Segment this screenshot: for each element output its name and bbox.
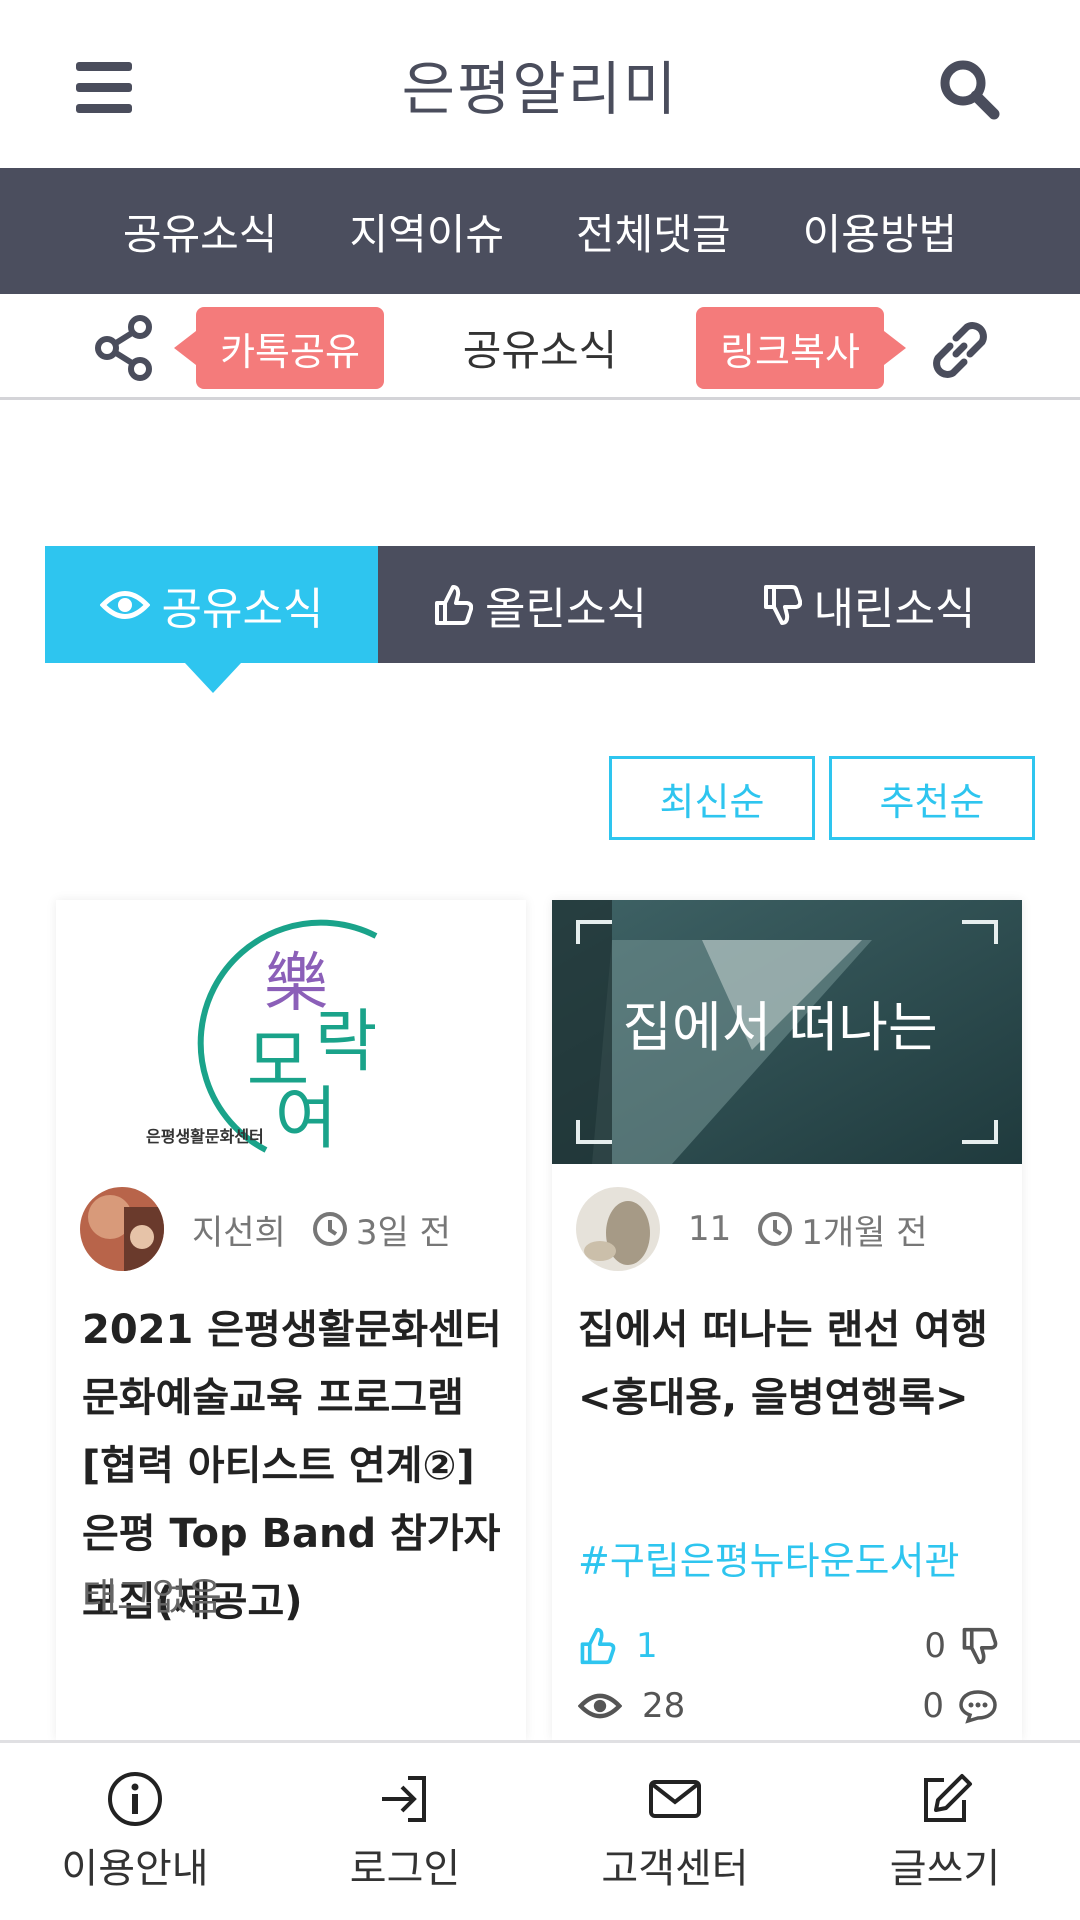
hamburger-menu-icon[interactable] (76, 62, 132, 113)
top-header: 은평알리미 (0, 0, 1080, 168)
post-tag-link[interactable]: #구립은평뉴타운도서관 (578, 1530, 998, 1585)
comment-count: 0 (922, 1686, 944, 1726)
mail-icon (649, 1779, 701, 1818)
tab-upvoted-news[interactable]: 올린소식 (378, 546, 702, 663)
post-meta: 11 1개월 전 (576, 1186, 928, 1272)
login-icon (382, 1775, 426, 1822)
login-button[interactable]: 로그인 (270, 1743, 540, 1920)
app-title[interactable]: 은평알리미 (402, 42, 679, 126)
avatar[interactable] (576, 1187, 660, 1271)
thumbs-down-icon (962, 1627, 998, 1665)
edit-icon (924, 1773, 972, 1822)
eye-icon (578, 1693, 622, 1719)
thumbs-up-icon (435, 584, 474, 625)
thumbs-down-icon (763, 584, 802, 625)
tab-label: 공유소식 (161, 583, 324, 635)
copy-link-button[interactable]: 링크복사 (696, 307, 906, 389)
search-icon[interactable] (936, 56, 1002, 122)
culture-center-logo: 樂 모 락 여 은평생활문화센터 (56, 900, 526, 1164)
info-icon (108, 1771, 162, 1826)
avatar[interactable] (80, 1187, 164, 1271)
travel-thumbnail-image: 집에서 떠나는 (552, 900, 1022, 1164)
sort-recommend-button[interactable]: 추천순 (829, 756, 1035, 840)
tab-label: 내린소식 (813, 583, 976, 635)
bottom-nav: 이용안내 로그인 고객센터 글쓰기 (0, 1740, 1080, 1920)
write-button[interactable]: 글쓰기 (810, 1743, 1080, 1920)
tab-shared-news[interactable]: 공유소식 (45, 546, 378, 693)
link-icon[interactable] (922, 312, 998, 388)
support-button[interactable]: 고객센터 (540, 1743, 810, 1920)
post-time: 3일 전 (355, 1212, 451, 1253)
clock-icon (758, 1212, 793, 1246)
main-nav: 공유소식 지역이슈 전체댓글 이용방법 (0, 168, 1080, 294)
like-stat[interactable]: 1 (578, 1626, 658, 1666)
support-label: 고객센터 (601, 1845, 749, 1892)
share-section-label: 공유소식 (462, 325, 618, 375)
nav-item-all-comments[interactable]: 전체댓글 (576, 201, 731, 262)
post-time: 1개월 전 (801, 1212, 928, 1253)
tab-label: 올린소식 (485, 583, 647, 635)
login-label: 로그인 (349, 1845, 461, 1892)
post-card[interactable]: 집에서 떠나는 11 1개월 전 집에서 떠나는 랜선 여행 <홍대용, 을병연… (552, 900, 1022, 1740)
dislike-count: 0 (924, 1626, 946, 1666)
author-name[interactable]: 11 (688, 1209, 731, 1249)
post-thumbnail[interactable]: 樂 모 락 여 은평생활문화센터 (56, 900, 526, 1164)
comment-stat[interactable]: 0 (922, 1686, 998, 1726)
eye-icon (99, 590, 150, 619)
like-count: 1 (636, 1626, 658, 1666)
category-tabs: 공유소식 올린소식 내린소식 (45, 546, 1035, 693)
guide-button[interactable]: 이용안내 (0, 1743, 270, 1920)
post-thumbnail[interactable]: 집에서 떠나는 (552, 900, 1022, 1164)
post-title[interactable]: 집에서 떠나는 랜선 여행 <홍대용, 을병연행록> (578, 1296, 1008, 1432)
logo-syllable: 락 (315, 1003, 378, 1082)
clock-icon (312, 1212, 347, 1246)
nav-item-shared-news[interactable]: 공유소식 (123, 201, 278, 262)
logo-syllable: 여 (275, 1080, 338, 1159)
dislike-stat[interactable]: 0 (924, 1626, 998, 1666)
nav-item-local-issues[interactable]: 지역이슈 (349, 201, 504, 262)
post-meta: 지선희 3일 전 (80, 1186, 451, 1272)
guide-label: 이용안내 (61, 1845, 209, 1892)
post-tags: 태그없음 (82, 1575, 222, 1619)
author-name[interactable]: 지선희 (192, 1205, 286, 1254)
thumbnail-caption: 집에서 떠나는 (622, 996, 937, 1059)
logo-caption: 은평생활문화센터 (146, 1127, 264, 1146)
tab-downvoted-news[interactable]: 내린소식 (702, 546, 1035, 663)
post-card[interactable]: 樂 모 락 여 은평생활문화센터 지선희 3일 전 2021 은평생활문화센터 … (56, 900, 526, 1740)
share-row: 카톡공유 공유소식 링크복사 (0, 294, 1080, 400)
share-icon[interactable] (92, 314, 156, 382)
kakao-share-button[interactable]: 카톡공유 (174, 307, 384, 389)
thumbs-up-icon (580, 1627, 616, 1665)
view-count: 28 (642, 1686, 686, 1726)
sort-latest-button[interactable]: 최신순 (609, 756, 815, 840)
comment-icon (959, 1690, 997, 1724)
view-stat: 28 (578, 1686, 685, 1726)
write-label: 글쓰기 (889, 1845, 1001, 1892)
nav-item-how-to-use[interactable]: 이용방법 (803, 201, 958, 262)
